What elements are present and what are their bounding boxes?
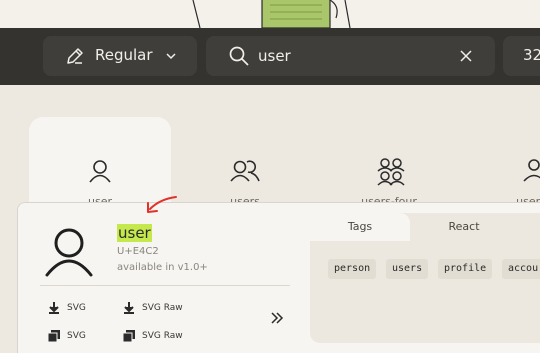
icon-codepoint: U+E4C2 <box>117 246 159 257</box>
download-svg-raw-label: SVG Raw <box>142 303 183 313</box>
download-svg-button[interactable]: SVG <box>47 301 86 315</box>
user-icon <box>89 160 111 183</box>
code-tabs-panel: Tags React person users profile accou <box>310 213 540 343</box>
download-svg-label: SVG <box>67 303 86 313</box>
size-select[interactable]: 32 <box>503 36 540 76</box>
search-box <box>206 36 495 76</box>
copy-icon <box>122 330 135 343</box>
icon-availability: available in v1.0+ <box>117 262 208 273</box>
tag-chip[interactable]: accou <box>502 259 540 279</box>
toolbar: Regular 32 <box>0 28 540 85</box>
users-four-icon <box>377 158 405 186</box>
chevron-double-right-icon[interactable] <box>270 311 284 325</box>
icon-name-highlight: user <box>117 224 152 242</box>
search-icon <box>229 46 249 66</box>
weight-label: Regular <box>95 46 153 64</box>
download-icon <box>49 302 59 314</box>
download-svg-raw-button[interactable]: SVG Raw <box>122 301 183 315</box>
copy-svg-raw-button[interactable]: SVG Raw <box>122 329 183 343</box>
copy-svg-button[interactable]: SVG <box>47 329 86 343</box>
copy-icon <box>47 330 60 343</box>
divider <box>40 285 290 286</box>
clear-search-icon[interactable] <box>459 49 473 63</box>
weight-select[interactable]: Regular <box>43 36 197 76</box>
chevron-down-icon <box>166 53 176 60</box>
user-icon-preview <box>45 228 93 277</box>
icon-details-panel: user U+E4C2 available in v1.0+ SVG SVG R… <box>17 196 540 353</box>
search-input[interactable] <box>258 43 448 69</box>
copy-svg-raw-label: SVG Raw <box>142 331 183 341</box>
pencil-icon <box>67 48 83 64</box>
tag-chip[interactable]: person <box>328 259 377 279</box>
copy-svg-label: SVG <box>67 331 86 341</box>
icon-name: user <box>117 224 152 242</box>
users-icon <box>230 160 260 182</box>
tab-react[interactable]: React <box>414 213 514 241</box>
tag-chip[interactable]: profile <box>438 259 493 279</box>
tab-tags[interactable]: Tags <box>310 213 410 241</box>
illustration-art <box>192 0 351 28</box>
annotation-arrow-icon <box>147 196 177 213</box>
header-illustration <box>0 0 540 28</box>
users-three-icon <box>523 159 540 182</box>
download-icon <box>124 302 134 314</box>
tag-chip[interactable]: users <box>386 259 429 279</box>
size-value: 32 <box>523 46 540 64</box>
